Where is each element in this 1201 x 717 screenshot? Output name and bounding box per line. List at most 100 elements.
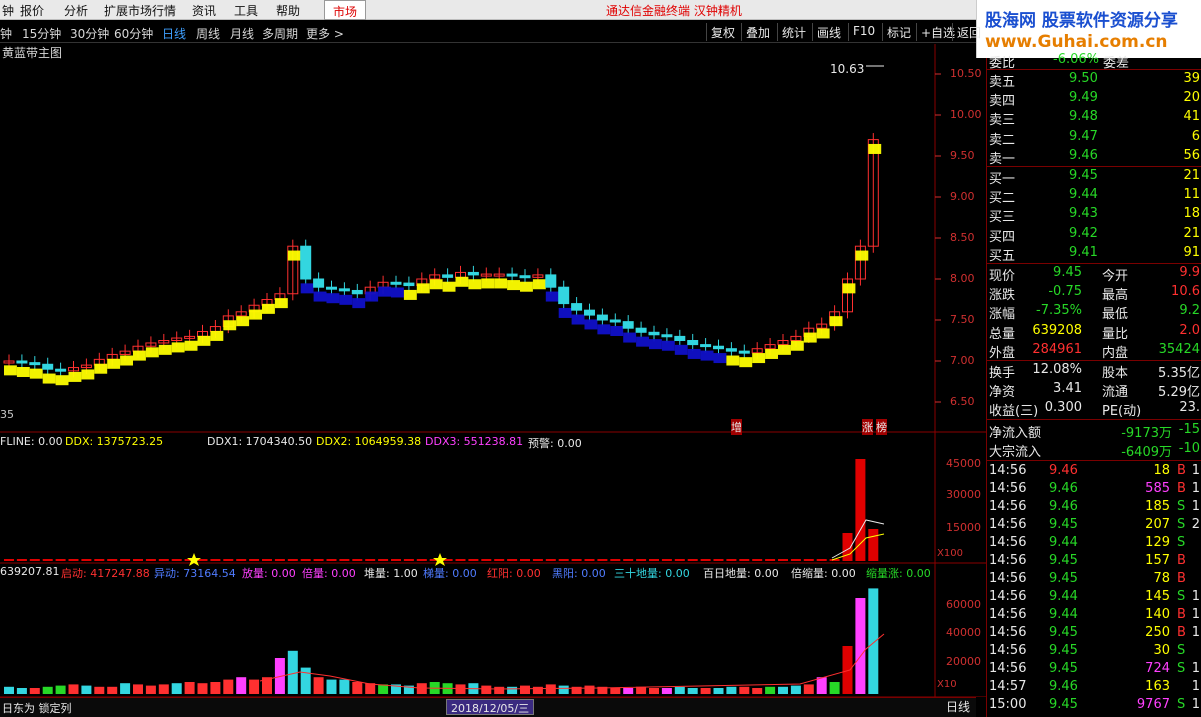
volume-bar: [532, 686, 543, 694]
stat-value: -7.35%: [1036, 303, 1082, 319]
menu-item-5[interactable]: 工具: [234, 2, 258, 19]
band-segment: [713, 353, 727, 364]
candle-body: [351, 289, 363, 295]
band-segment: [365, 291, 379, 302]
ddx-bar: [571, 559, 582, 561]
toolbar-button-7[interactable]: 返回: [952, 23, 985, 41]
tick-count: 1: [1191, 589, 1200, 604]
band-segment: [571, 314, 585, 325]
menu-item-market[interactable]: 市场: [324, 0, 367, 20]
tick-side: S: [1177, 697, 1186, 712]
ddx-bar: [120, 559, 131, 561]
ddx-bar: [597, 559, 608, 561]
band-segment: [107, 358, 121, 369]
toolbar-button-4[interactable]: F10: [848, 23, 879, 41]
price-axis-label: 10.50: [950, 67, 982, 80]
candle-body: [661, 334, 673, 338]
menu-item-3[interactable]: 扩展市场行情: [104, 2, 176, 19]
volume-bar: [55, 685, 66, 694]
period-tab-8[interactable]: 更多 >: [306, 25, 344, 42]
band-segment: [416, 283, 430, 294]
toolbar-button-5[interactable]: 标记: [882, 23, 915, 41]
band-segment: [94, 363, 108, 374]
fundamental-row: 收益(三) 0.300 PE(动) 23.: [987, 399, 1201, 419]
fund-label: 股本: [1102, 366, 1129, 381]
volume-indicator-value-12: 缩量涨: 0.00: [866, 567, 931, 580]
quote-header: 委比 -6.06% 委差: [987, 51, 1201, 71]
period-tab-6[interactable]: 月线: [230, 25, 254, 42]
volume-indicator-value-9: 三十地量: 0.00: [614, 567, 690, 580]
kline-chart[interactable]: [0, 44, 986, 697]
band-segment: [842, 283, 856, 294]
bottom-bar: 日东为 锁定列 2018/12/05/三 日线: [0, 697, 976, 717]
volume-bar: [636, 686, 647, 694]
ask-row: 卖四 9.49 20: [987, 89, 1201, 109]
tick-volume: 250: [1145, 625, 1170, 640]
period-tab-3[interactable]: 60分钟: [114, 25, 153, 42]
band-segment: [120, 355, 133, 366]
ddx-bar: [107, 559, 118, 561]
band-segment: [81, 369, 95, 380]
tick-side: B: [1177, 625, 1186, 640]
tick-time: 14:56: [989, 589, 1027, 604]
band-segment: [855, 250, 869, 261]
tick-count: 1: [1191, 607, 1200, 622]
bid-volume: 11: [1183, 187, 1200, 203]
period-label[interactable]: 日线: [946, 698, 970, 715]
tick-price: 9.45: [1049, 697, 1078, 712]
candle-body: [674, 335, 686, 341]
toolbar-button-1[interactable]: 叠加: [741, 23, 774, 41]
period-tab-1[interactable]: 15分钟: [22, 25, 61, 42]
ask-price: 9.47: [1069, 128, 1098, 144]
menu-item-4[interactable]: 资讯: [192, 2, 216, 19]
menu-item-6[interactable]: 帮助: [276, 2, 300, 19]
menu-item-2[interactable]: 分析: [64, 2, 88, 19]
volume-indicator-value-10: 百日地量: 0.00: [703, 567, 779, 580]
volume-bar: [94, 686, 105, 694]
tick-side: B: [1177, 571, 1186, 586]
candle-body: [16, 360, 28, 364]
candle-body: [403, 282, 415, 287]
period-tab-0[interactable]: 钟: [0, 25, 12, 42]
volume-bar: [623, 688, 634, 694]
ask-label: 卖五: [989, 75, 1016, 90]
band-segment: [765, 348, 778, 359]
bid-label: 买二: [989, 191, 1016, 207]
band-segment: [352, 298, 366, 309]
tick-count: 1: [1191, 481, 1200, 496]
candle-body: [506, 273, 518, 277]
toolbar-button-3[interactable]: 画线: [812, 23, 845, 41]
toolbar-button-0[interactable]: 复权: [706, 23, 739, 41]
band-segment: [42, 373, 56, 384]
period-tab-5[interactable]: 周线: [196, 25, 220, 42]
toolbar-button-2[interactable]: 统计: [777, 23, 810, 41]
candle-body: [622, 321, 634, 329]
ask-volume: 20: [1183, 90, 1200, 106]
menu-item-0[interactable]: 钟: [2, 2, 14, 19]
period-tab-7[interactable]: 多周期: [262, 25, 298, 42]
tick-price: 9.44: [1049, 589, 1078, 604]
volume-bar: [42, 686, 53, 694]
ask-row: 卖五 9.50 39: [987, 70, 1201, 90]
fund-value: 3.41: [1053, 381, 1082, 397]
period-tab-4[interactable]: 日线: [162, 25, 186, 42]
tick-volume: 18: [1153, 463, 1170, 478]
tick-price: 9.45: [1049, 661, 1078, 676]
ddx-bar: [287, 559, 298, 561]
tick-row: 14:56 9.45 30 S: [987, 642, 1201, 661]
stat-value: 2.0: [1179, 322, 1200, 338]
period-tab-2[interactable]: 30分钟: [70, 25, 109, 42]
volume-indicator-value-1: 启动: 417247.88: [61, 567, 150, 580]
tick-time: 14:56: [989, 499, 1027, 514]
menu-item-1[interactable]: 报价: [20, 2, 44, 19]
ddx-value-5: 预警: 0.00: [528, 437, 582, 450]
band-segment: [223, 320, 237, 331]
bid-label: 买一: [989, 172, 1016, 187]
ask-price: 9.49: [1069, 90, 1098, 106]
stat-row: 外盘 284961 内盘 35424: [987, 341, 1201, 361]
tick-count: 1: [1191, 679, 1200, 694]
ddx-bar: [661, 559, 672, 561]
price-axis-label: 7.50: [950, 313, 975, 326]
bid-volume: 91: [1183, 244, 1200, 260]
volume-indicator-value-0: 639207.81: [0, 565, 60, 578]
